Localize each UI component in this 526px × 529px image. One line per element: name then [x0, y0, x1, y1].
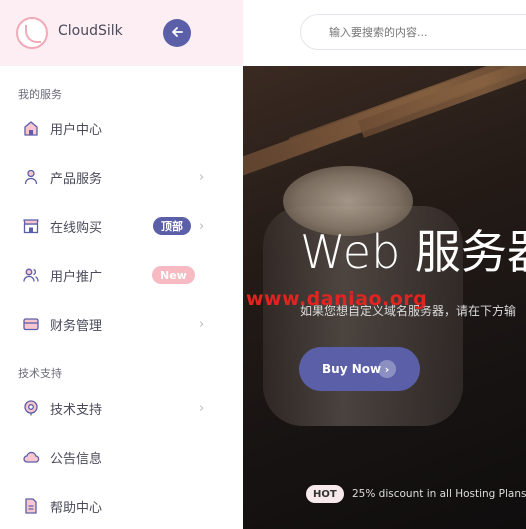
section-title-tech-support: 技术支持 [18, 367, 62, 380]
sidebar-item-label: 技术支持 [50, 402, 103, 418]
sidebar-item-help-center[interactable]: 帮助中心 [0, 486, 243, 526]
search-input[interactable] [329, 25, 526, 39]
sidebar-item-label: 帮助中心 [50, 500, 103, 516]
arrow-left-icon [170, 24, 184, 43]
sidebar-item-finance[interactable]: 财务管理 › [0, 304, 243, 344]
chevron-right-icon: › [378, 360, 396, 378]
sidebar-item-tech-support[interactable]: 技术支持 › [0, 388, 243, 428]
chevron-right-icon: › [199, 218, 205, 234]
section-title-my-services: 我的服务 [18, 88, 62, 101]
user-icon [22, 168, 40, 186]
support-icon [22, 399, 40, 417]
sidebar-item-user-center[interactable]: 用户中心 [0, 108, 243, 148]
chevron-right-icon: › [199, 316, 205, 332]
cloud-icon [22, 448, 40, 466]
hot-badge: HOT [306, 485, 344, 503]
document-icon [22, 497, 40, 515]
card-icon [22, 315, 40, 333]
sidebar-item-announcements[interactable]: 公告信息 [0, 437, 243, 477]
sidebar-item-label: 公告信息 [50, 451, 103, 467]
sidebar-item-label: 用户推广 [50, 269, 103, 285]
badge-new: New [152, 266, 195, 284]
sidebar: CloudSilk 我的服务 用户中心 产品服务 › 在线购买 顶部 › 用户推… [0, 0, 243, 529]
sidebar-header: CloudSilk [0, 0, 243, 66]
brand-name[interactable]: CloudSilk [58, 23, 123, 39]
watermark-text: www.daniao.org [246, 288, 428, 310]
search-box[interactable] [300, 14, 526, 50]
badge-top: 顶部 [153, 217, 191, 235]
hero-title: Web 服务器 [300, 225, 526, 279]
users-icon [22, 266, 40, 284]
sidebar-item-referral[interactable]: 用户推广 New [0, 255, 243, 295]
sidebar-item-label: 产品服务 [50, 171, 103, 187]
sidebar-item-buy-online[interactable]: 在线购买 顶部 › [0, 206, 243, 246]
promo-text: 25% discount in all Hosting Plans [352, 488, 526, 500]
store-icon [22, 217, 40, 235]
top-bar [243, 0, 526, 66]
sidebar-item-label: 财务管理 [50, 318, 103, 334]
hero-background-stripe [357, 66, 526, 138]
chevron-right-icon: › [199, 400, 205, 416]
sidebar-item-label: 用户中心 [50, 122, 103, 138]
collapse-sidebar-button[interactable] [163, 19, 191, 47]
logo-icon[interactable] [16, 17, 48, 49]
buy-now-label: Buy Now [322, 362, 382, 376]
hero-banner: Web 服务器 如果您想自定义域名服务器，请在下方输 www.daniao.or… [243, 66, 526, 529]
sidebar-item-label: 在线购买 [50, 220, 103, 236]
sidebar-item-products[interactable]: 产品服务 › [0, 157, 243, 197]
home-icon [22, 119, 40, 137]
chevron-right-icon: › [199, 169, 205, 185]
app-root: CloudSilk 我的服务 用户中心 产品服务 › 在线购买 顶部 › 用户推… [0, 0, 526, 529]
buy-now-button[interactable]: Buy Now › [299, 347, 420, 391]
